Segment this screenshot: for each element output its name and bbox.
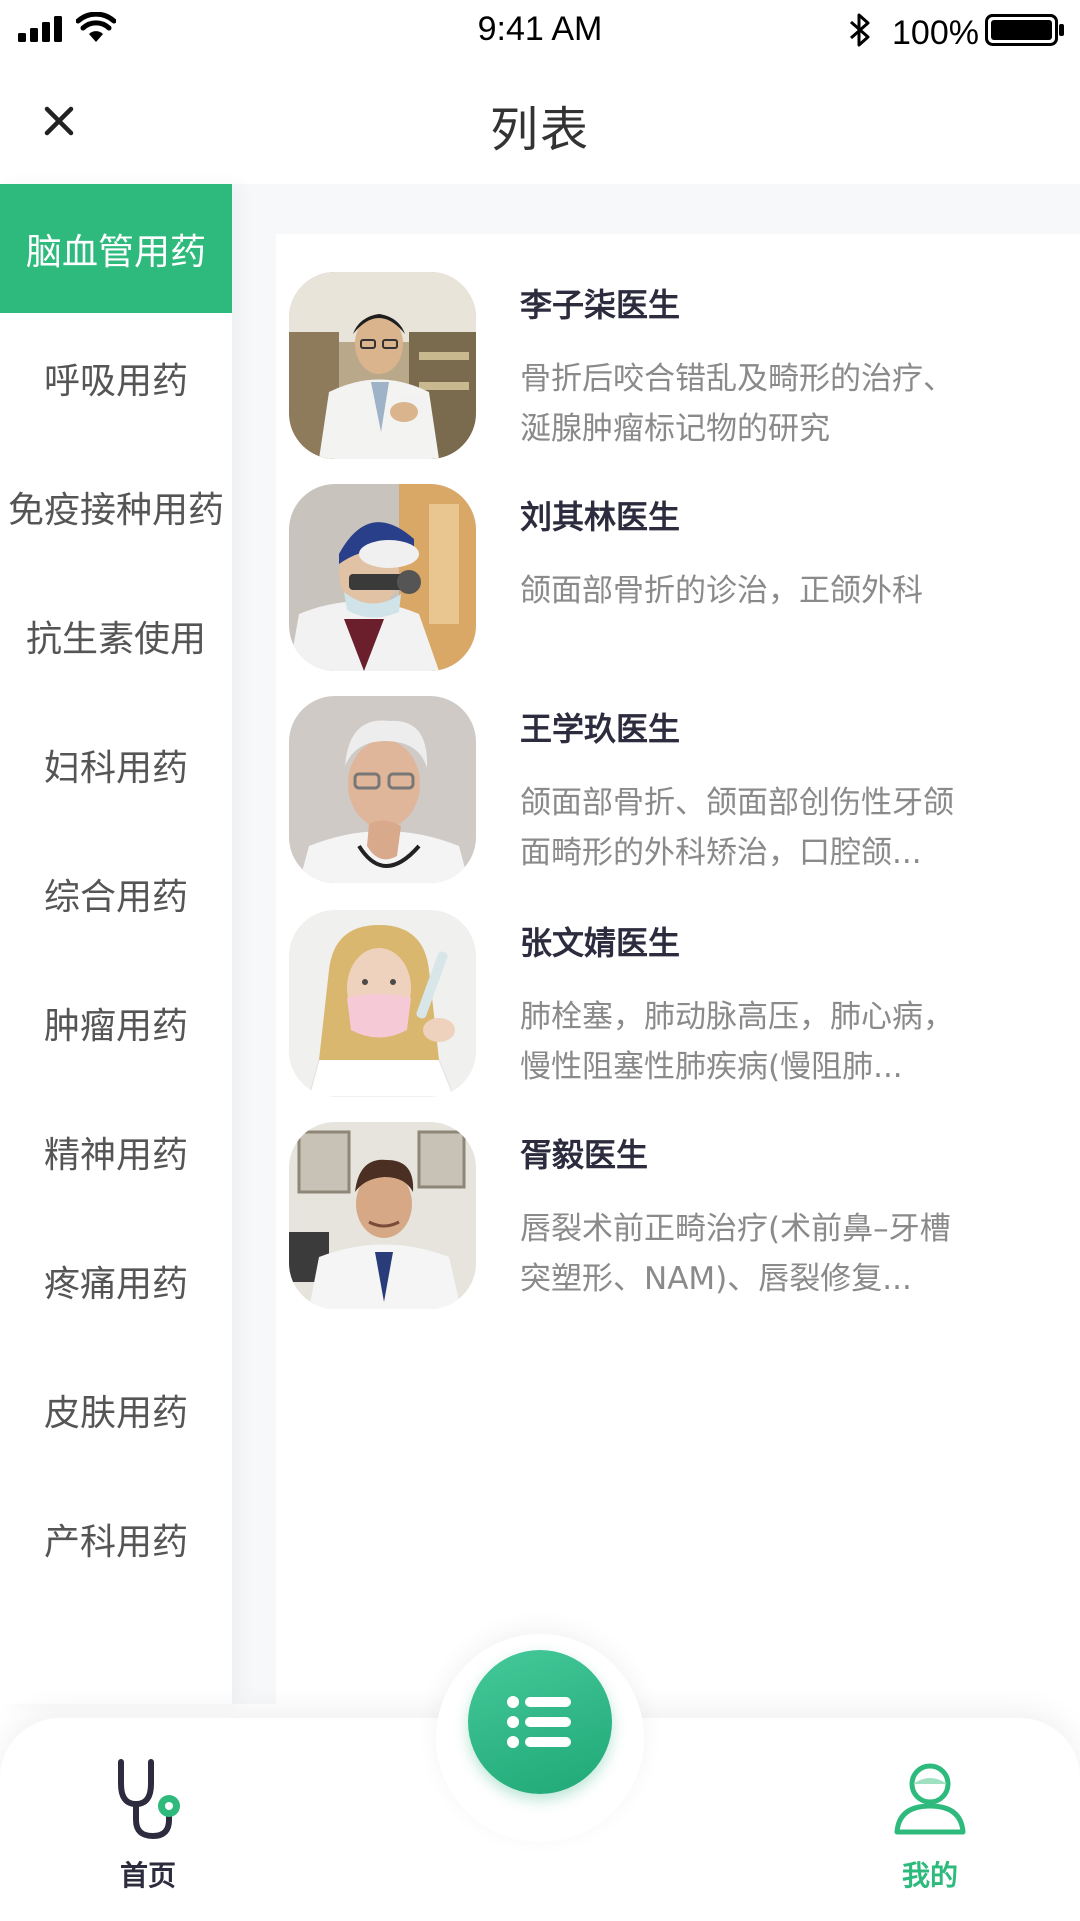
sidebar-item-immunization[interactable]: 免疫接种用药 [0,442,232,571]
sidebar-item-respiratory[interactable]: 呼吸用药 [0,313,232,442]
doctor-specialty-line: 唇裂术前正畸治疗(术前鼻–牙槽 [520,1211,951,1247]
doctor-name: 张文婧医生 [520,924,681,962]
user-icon [894,1763,966,1835]
sidebar-item-dermatology[interactable]: 皮肤用药 [0,1345,232,1474]
doctor-specialty-line: 颌面部骨折、颌面部创伤性牙颌 [520,785,954,821]
doctor-specialty: 肺栓塞，肺动脉高压，肺心病， 慢性阻塞性肺疾病(慢阻肺... [520,992,1040,1092]
doctor-item[interactable]: 刘其林医生 颌面部骨折的诊治，正颌外科 [276,484,1080,674]
doctor-avatar [289,1122,476,1309]
doctor-avatar [289,272,476,459]
sidebar-item-pain[interactable]: 疼痛用药 [0,1216,232,1345]
sidebar-item-general[interactable]: 综合用药 [0,829,232,958]
sidebar-item-psychiatric[interactable]: 精神用药 [0,1087,232,1216]
doctor-name: 胥毅医生 [520,1136,649,1174]
doctor-item[interactable]: 李子柒医生 骨折后咬合错乱及畸形的治疗、 涎腺肿瘤标记物的研究 [276,272,1080,462]
list-icon [507,1696,571,1748]
stethoscope-icon [118,1759,180,1840]
battery-percent: 100% [892,14,979,52]
doctor-name: 刘其林医生 [520,498,681,536]
sidebar-item-oncology[interactable]: 肿瘤用药 [0,958,232,1087]
category-sidebar: 脑血管用药 呼吸用药 免疫接种用药 抗生素使用 妇科用药 综合用药 肿瘤用药 精… [0,184,232,1704]
doctor-item[interactable]: 王学玖医生 颌面部骨折、颌面部创伤性牙颌 面畸形的外科矫治，口腔颌... [276,696,1080,886]
doctor-avatar [289,696,476,883]
doctor-specialty-line: 涎腺肿瘤标记物的研究 [520,411,830,447]
battery-icon [985,14,1064,46]
doctor-specialty-line: 突塑形、NAM)、唇裂修复... [520,1261,912,1297]
doctor-specialty-line: 骨折后咬合错乱及畸形的治疗、 [520,361,954,397]
doctor-name: 王学玖医生 [520,710,681,748]
sidebar-item-antibiotics[interactable]: 抗生素使用 [0,571,232,700]
doctor-name: 李子柒医生 [520,286,681,324]
doctor-specialty-line: 面畸形的外科矫治，口腔颌... [520,835,922,871]
tab-mine-label: 我的 [901,1859,958,1892]
list-menu-button[interactable] [468,1650,612,1794]
status-bar: 9:41 AM 100% [0,0,1080,62]
doctor-specialty-line: 慢性阻塞性肺疾病(慢阻肺... [520,1049,903,1085]
doctor-avatar [289,484,476,671]
sidebar-item-obstetrics[interactable]: 产科用药 [0,1474,232,1603]
doctor-item[interactable]: 张文婧医生 肺栓塞，肺动脉高压，肺心病， 慢性阻塞性肺疾病(慢阻肺... [276,910,1080,1100]
doctor-specialty: 唇裂术前正畸治疗(术前鼻–牙槽 突塑形、NAM)、唇裂修复... [520,1204,1040,1304]
doctor-specialty-line: 颌面部骨折的诊治，正颌外科 [520,573,923,609]
doctor-specialty: 骨折后咬合错乱及畸形的治疗、 涎腺肿瘤标记物的研究 [520,354,1040,454]
page-title: 列表 [489,102,590,158]
sidebar-item-gynecology[interactable]: 妇科用药 [0,700,232,829]
doctor-list: 李子柒医生 骨折后咬合错乱及畸形的治疗、 涎腺肿瘤标记物的研究 刘其林医生 颌面… [276,234,1080,1704]
tab-home-label: 首页 [119,1859,176,1892]
doctor-specialty: 颌面部骨折的诊治，正颌外科 [520,566,1040,616]
doctor-specialty-line: 肺栓塞，肺动脉高压，肺心病， [520,999,954,1035]
doctor-specialty: 颌面部骨折、颌面部创伤性牙颌 面畸形的外科矫治，口腔颌... [520,778,1040,878]
doctor-item[interactable]: 胥毅医生 唇裂术前正畸治疗(术前鼻–牙槽 突塑形、NAM)、唇裂修复... [276,1122,1080,1312]
doctor-avatar [289,910,476,1097]
header: 列表 [0,62,1080,184]
tab-home[interactable]: 首页 [68,1754,228,1904]
doctor-list-area: 李子柒医生 骨折后咬合错乱及畸形的治疗、 涎腺肿瘤标记物的研究 刘其林医生 颌面… [232,184,1080,1704]
bluetooth-icon [850,13,870,47]
tab-mine[interactable]: 我的 [850,1754,1010,1904]
sidebar-item-cerebrovascular[interactable]: 脑血管用药 [0,184,232,313]
